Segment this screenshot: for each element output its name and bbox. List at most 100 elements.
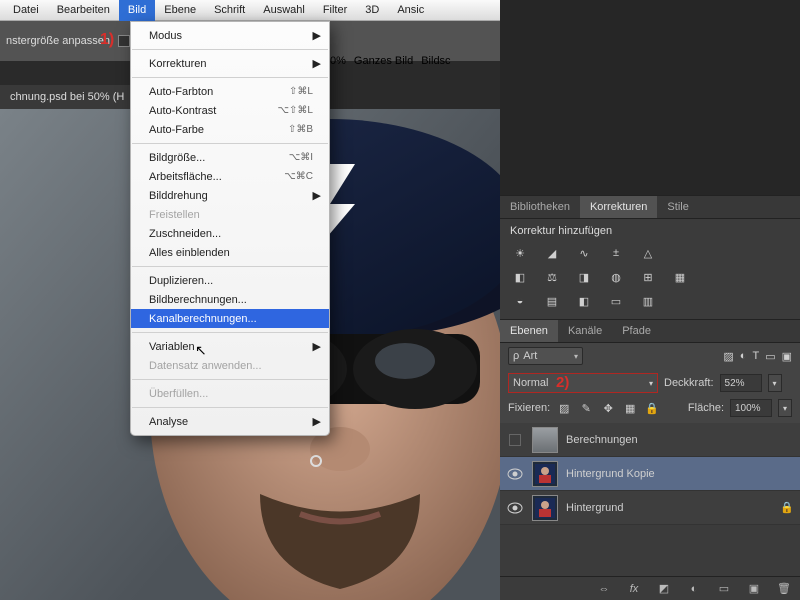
menu-item[interactable]: Bildberechnungen...: [131, 290, 329, 309]
invert-icon[interactable]: ◒: [510, 293, 530, 309]
menu-item[interactable]: Modus▶: [131, 26, 329, 45]
lock-label: Fixieren:: [508, 402, 550, 414]
trash-icon[interactable]: 🗑: [776, 582, 792, 596]
fill-input[interactable]: 100%: [730, 399, 772, 417]
tab-kanaele[interactable]: Kanäle: [558, 320, 612, 342]
document-tab[interactable]: chnung.psd bei 50% (H: [0, 85, 134, 109]
menu-item[interactable]: Zuschneiden...: [131, 224, 329, 243]
channel-mixer-icon[interactable]: ⊞: [638, 269, 658, 285]
layers-panel: ρ Art▾ ▨ ◐ T ▭ ▣ Normal 2) ▾ Deckkraft: …: [500, 343, 800, 525]
visibility-toggle[interactable]: [506, 502, 524, 514]
group-icon[interactable]: ▭: [716, 582, 732, 596]
gradient-map-icon[interactable]: ▭: [606, 293, 626, 309]
menu-item[interactable]: Analyse▶: [131, 412, 329, 431]
visibility-toggle[interactable]: [506, 434, 524, 446]
menu-item: Überfüllen...: [131, 384, 329, 403]
layer-row[interactable]: Hintergrund Kopie: [500, 457, 800, 491]
filter-smart-icon[interactable]: ▣: [782, 350, 792, 363]
bild-menu-dropdown: Modus▶ Korrekturen▶ Auto-Farbton⇧⌘LAuto-Ko…: [130, 21, 330, 436]
menu-item[interactable]: Arbeitsfläche...⌥⌘C: [131, 167, 329, 186]
opacity-stepper[interactable]: ▾: [768, 374, 782, 392]
layer-filter-select[interactable]: ρ Art▾: [508, 347, 583, 365]
fit-window-label: nstergröße anpassen: [6, 35, 110, 47]
tab-korrekturen[interactable]: Korrekturen: [580, 196, 657, 218]
lock-pixels-icon[interactable]: ✎: [578, 401, 594, 415]
menu-ansicht[interactable]: Ansic: [388, 0, 433, 21]
tab-ebenen[interactable]: Ebenen: [500, 320, 558, 342]
layers-bottom-bar: ⇔ fx ◩ ◐ ▭ ▣ 🗑: [500, 576, 800, 600]
mask-icon[interactable]: ◩: [656, 582, 672, 596]
fx-icon[interactable]: fx: [626, 582, 642, 596]
filter-shape-icon[interactable]: ▭: [765, 350, 775, 363]
exposure-icon[interactable]: ±: [606, 245, 626, 261]
cursor-icon: ↖: [195, 342, 207, 359]
levels-icon[interactable]: ◢: [542, 245, 562, 261]
tab-bibliotheken[interactable]: Bibliotheken: [500, 196, 580, 218]
lock-position-icon[interactable]: ✥: [600, 401, 616, 415]
menu-auswahl[interactable]: Auswahl: [254, 0, 314, 21]
balance-icon[interactable]: ⚖: [542, 269, 562, 285]
zoom-pct-button[interactable]: 0%: [330, 55, 346, 67]
selective-color-icon[interactable]: ▥: [638, 293, 658, 309]
menu-item[interactable]: Variablen▶: [131, 337, 329, 356]
filter-type-icon[interactable]: T: [752, 350, 759, 362]
lock-all-icon[interactable]: 🔒: [644, 401, 660, 415]
menu-schrift[interactable]: Schrift: [205, 0, 254, 21]
right-panel: Bibliotheken Korrekturen Stile Korrektur…: [500, 0, 800, 600]
menu-item[interactable]: Bilddrehung▶: [131, 186, 329, 205]
menu-bild[interactable]: Bild: [119, 0, 155, 21]
brightness-icon[interactable]: ☀: [510, 245, 530, 261]
filter-adjust-icon[interactable]: ◐: [740, 350, 747, 362]
menu-item[interactable]: Alles einblenden: [131, 243, 329, 262]
menu-datei[interactable]: Datei: [4, 0, 48, 21]
layer-thumb: [532, 495, 558, 521]
menu-item[interactable]: Auto-Kontrast⌥⇧⌘L: [131, 101, 329, 120]
fill-stepper[interactable]: ▾: [778, 399, 792, 417]
submenu-arrow-icon: ▶: [313, 29, 321, 42]
lock-artboard-icon[interactable]: ▦: [622, 401, 638, 415]
menu-ebene[interactable]: Ebene: [155, 0, 205, 21]
menu-filter[interactable]: Filter: [314, 0, 356, 21]
menu-3d[interactable]: 3D: [356, 0, 388, 21]
tab-pfade[interactable]: Pfade: [612, 320, 661, 342]
visibility-toggle[interactable]: [506, 468, 524, 480]
lut-icon[interactable]: ▦: [670, 269, 690, 285]
submenu-arrow-icon: ▶: [313, 415, 321, 428]
layer-row[interactable]: Hintergrund🔒: [500, 491, 800, 525]
menu-item[interactable]: Auto-Farbe⇧⌘B: [131, 120, 329, 139]
menu-item[interactable]: Bildgröße...⌥⌘I: [131, 148, 329, 167]
tab-stile[interactable]: Stile: [657, 196, 698, 218]
submenu-arrow-icon: ▶: [313, 340, 321, 353]
menu-item[interactable]: Korrekturen▶: [131, 54, 329, 73]
menu-item[interactable]: Duplizieren...: [131, 271, 329, 290]
threshold-icon[interactable]: ◧: [574, 293, 594, 309]
menu-item[interactable]: Auto-Farbton⇧⌘L: [131, 82, 329, 101]
layer-name: Hintergrund Kopie: [566, 468, 655, 480]
photo-filter-icon[interactable]: ◍: [606, 269, 626, 285]
layer-row[interactable]: Berechnungen: [500, 423, 800, 457]
lock-transparency-icon[interactable]: ▨: [556, 401, 572, 415]
menu-item[interactable]: Kanalberechnungen...: [131, 309, 329, 328]
fit-screen-button[interactable]: Bildsc: [421, 55, 450, 67]
link-layers-icon[interactable]: ⇔: [596, 582, 612, 596]
opacity-input[interactable]: 52%: [720, 374, 762, 392]
layers-tabs: Ebenen Kanäle Pfade: [500, 319, 800, 343]
adjustments-section: Korrektur hinzufügen ☀◢∿±△ ◧⚖◨◍⊞▦ ◒▤◧▭▥: [500, 219, 800, 319]
fit-window-checkbox[interactable]: [118, 35, 130, 47]
vibrance-icon[interactable]: △: [638, 245, 658, 261]
submenu-arrow-icon: ▶: [313, 189, 321, 202]
hue-icon[interactable]: ◧: [510, 269, 530, 285]
posterize-icon[interactable]: ▤: [542, 293, 562, 309]
blend-mode-select[interactable]: Normal 2) ▾: [508, 373, 658, 393]
curves-icon[interactable]: ∿: [574, 245, 594, 261]
layer-name: Hintergrund: [566, 502, 623, 514]
bw-icon[interactable]: ◨: [574, 269, 594, 285]
filter-pixel-icon[interactable]: ▨: [723, 350, 733, 363]
layer-thumb: [532, 461, 558, 487]
menu-item: Datensatz anwenden...: [131, 356, 329, 375]
new-layer-icon[interactable]: ▣: [746, 582, 762, 596]
adjustment-layer-icon[interactable]: ◐: [686, 582, 702, 596]
menu-bearbeiten[interactable]: Bearbeiten: [48, 0, 119, 21]
fit-whole-button[interactable]: Ganzes Bild: [354, 55, 413, 67]
annotation-1: 1): [100, 31, 114, 49]
